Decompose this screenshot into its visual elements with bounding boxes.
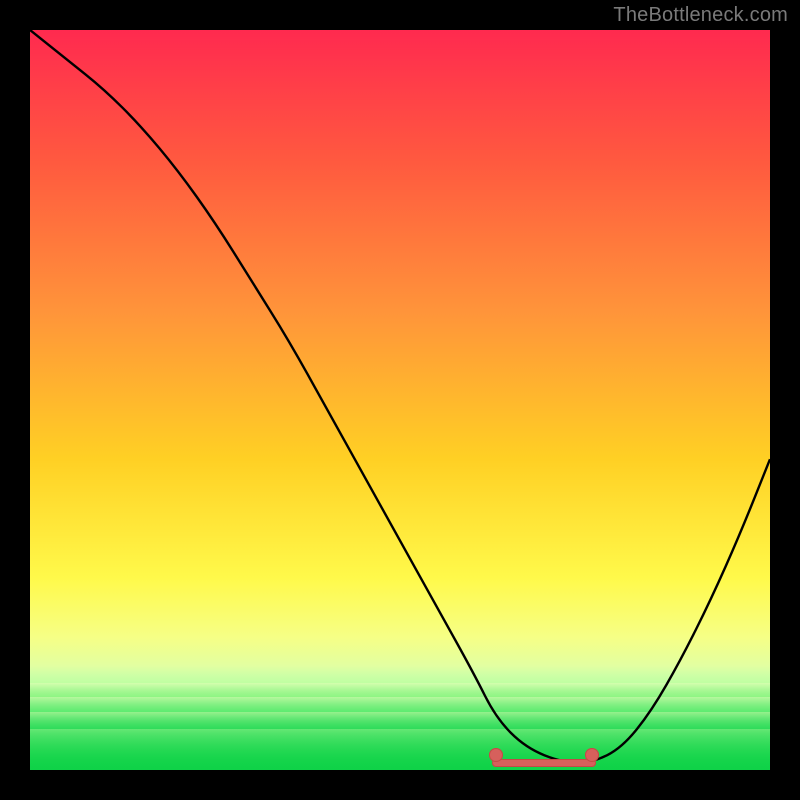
plot-area (30, 30, 770, 770)
bottleneck-curve (30, 30, 770, 770)
optimal-range-bar (492, 759, 596, 767)
watermark-text: TheBottleneck.com (613, 4, 788, 27)
chart-frame: TheBottleneck.com (0, 0, 800, 800)
